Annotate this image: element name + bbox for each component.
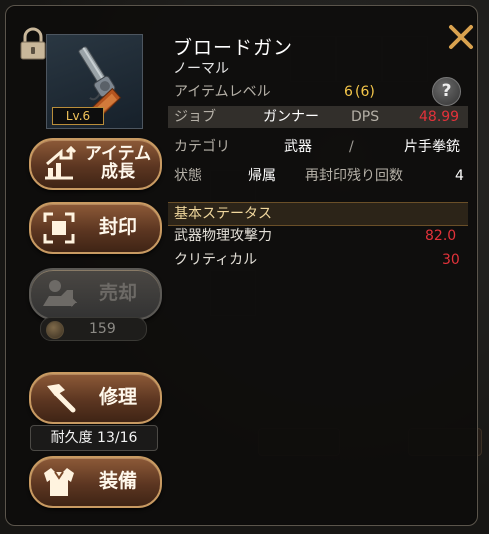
coin-icon — [46, 321, 64, 339]
job-value: ガンナー — [263, 109, 319, 125]
reseal-label: 再封印残り回数 — [305, 168, 403, 184]
job-label: ジョブ — [174, 109, 216, 125]
base-status-header: 基本ステータス — [168, 202, 468, 226]
item-level-value: 6 — [344, 84, 353, 100]
item-icon-frame: Lv.6 — [46, 34, 143, 129]
item-level-row: アイテムレベル 6 (6) — [168, 81, 468, 103]
equip-label: 装備 — [98, 470, 137, 493]
stat-value: 82.0 — [425, 228, 457, 244]
stat-label: 武器物理攻撃力 — [174, 228, 272, 244]
seal-button[interactable]: 封印 — [29, 202, 162, 254]
state-row: 状態 帰属 再封印残り回数 4 — [168, 165, 468, 187]
help-icon[interactable]: ? — [432, 77, 461, 106]
stat-row-physical-attack: 武器物理攻撃力 82.0 — [168, 225, 468, 247]
hammer-icon — [47, 384, 76, 413]
stat-label: クリティカル — [174, 252, 258, 268]
sell-price-value: 159 — [89, 321, 116, 337]
repair-label: 修理 — [98, 386, 137, 409]
repair-button[interactable]: 修理 — [29, 372, 162, 424]
item-grade: ノーマル — [173, 61, 229, 77]
durability-label: 耐久度 13/16 — [30, 425, 158, 451]
sell-icon — [43, 280, 77, 307]
item-tooltip-panel: Lv.6 ブロードガン ノーマル アイテムレベル 6 (6) ? ジョブ ガンナ… — [5, 5, 478, 526]
armor-icon — [44, 468, 74, 496]
stat-row-critical: クリティカル 30 — [168, 249, 468, 271]
item-level-badge: Lv.6 — [52, 107, 104, 125]
item-level-label: アイテムレベル — [174, 84, 271, 100]
sell-label: 売却 — [98, 282, 137, 305]
category-label: カテゴリ — [174, 139, 230, 155]
stat-value: 30 — [442, 252, 460, 268]
item-growth-button[interactable]: アイテム 成長 — [29, 138, 162, 190]
job-row: ジョブ ガンナー DPS 48.99 — [168, 106, 468, 128]
close-icon[interactable] — [446, 22, 476, 52]
category-row: カテゴリ 武器 / 片手拳銃 — [168, 136, 468, 158]
category-sub: 片手拳銃 — [404, 139, 460, 155]
dps-value: 48.99 — [419, 109, 460, 125]
seal-icon — [43, 212, 75, 244]
equip-button[interactable]: 装備 — [29, 456, 162, 508]
lock-icon[interactable] — [18, 27, 48, 61]
category-value: 武器 — [284, 139, 312, 155]
category-separator: / — [349, 139, 354, 155]
dps-label: DPS — [351, 109, 380, 125]
item-name: ブロードガン — [173, 37, 294, 59]
state-label: 状態 — [174, 168, 202, 184]
item-level-base: (6) — [355, 84, 375, 100]
seal-label: 封印 — [98, 216, 137, 239]
sell-button[interactable]: 売却 — [29, 268, 162, 320]
reseal-value: 4 — [455, 168, 464, 184]
growth-icon — [45, 146, 77, 180]
base-status-title: 基本ステータス — [174, 206, 272, 222]
state-value: 帰属 — [248, 168, 276, 184]
sell-price: 159 — [40, 317, 147, 341]
growth-label-line2: 成長 — [101, 162, 135, 182]
